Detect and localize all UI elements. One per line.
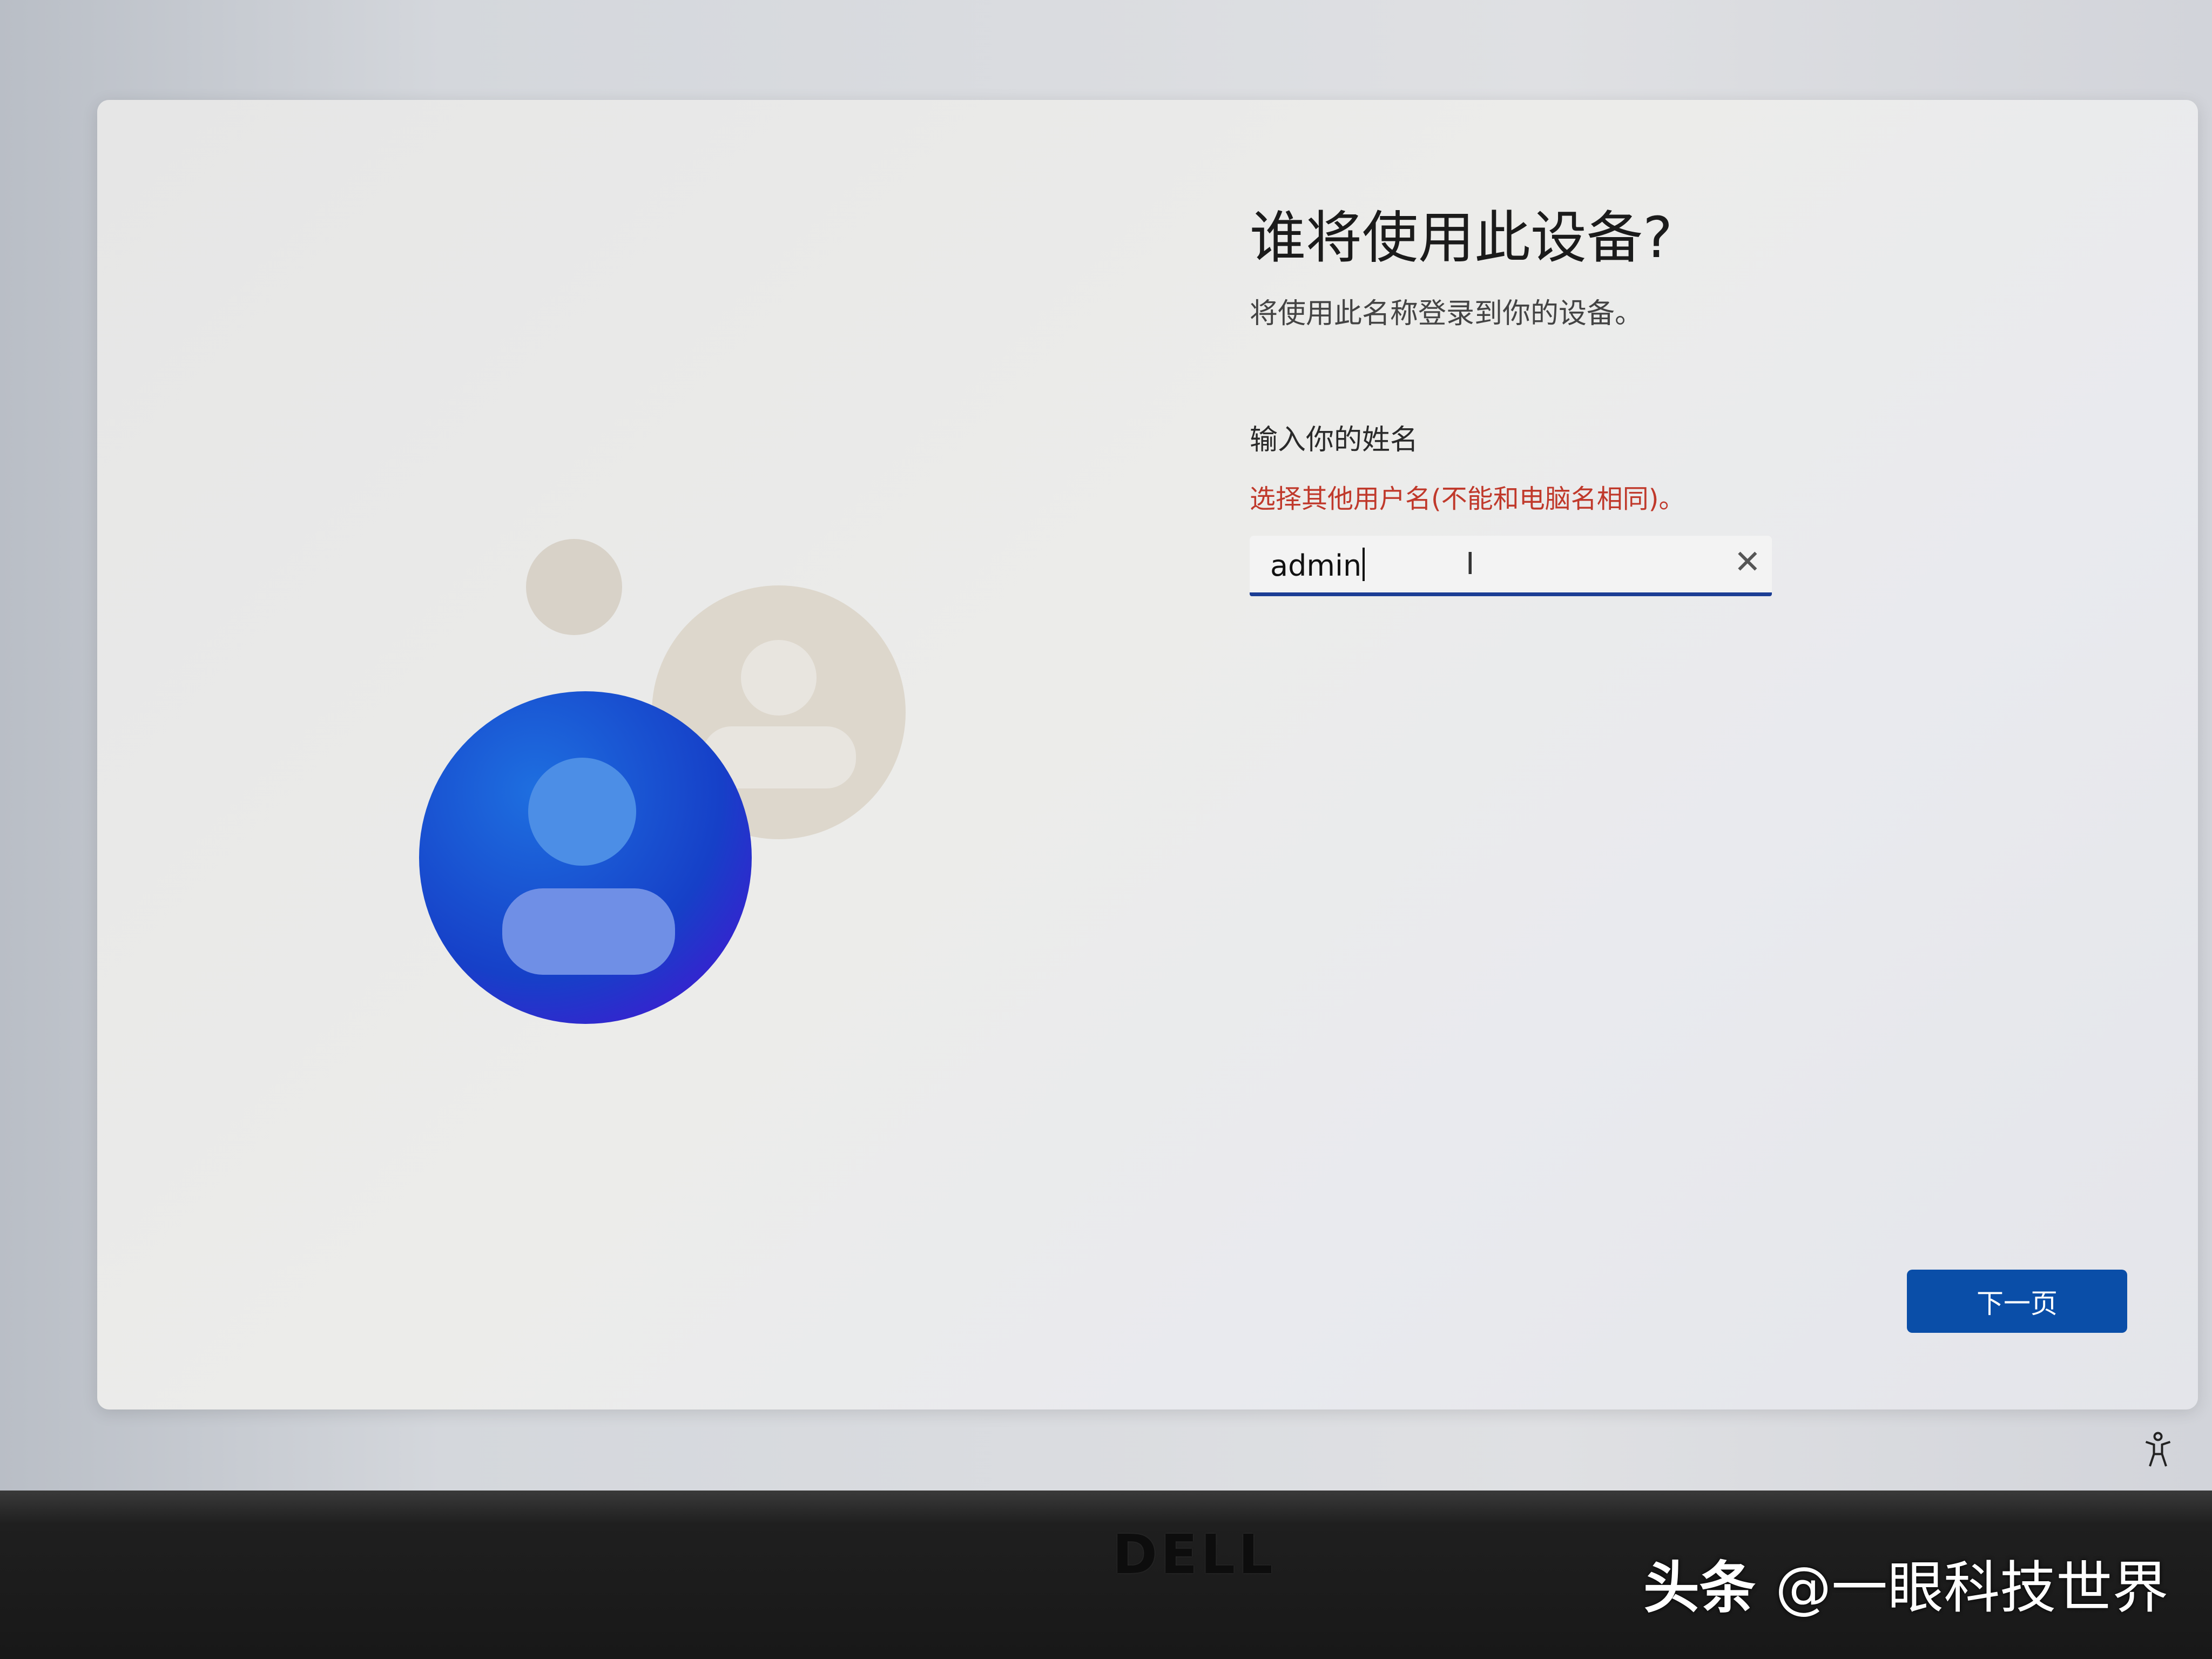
accessibility-icon[interactable] bbox=[2142, 1431, 2174, 1469]
name-input-value: admin bbox=[1270, 549, 1361, 583]
avatar-illustration bbox=[0, 0, 2212, 1659]
watermark: 头条 @一眼科技世界 bbox=[1643, 1542, 2168, 1623]
error-message: 选择其他用户名(不能和电脑名相同)。 bbox=[1250, 477, 1684, 515]
small-decor-circle bbox=[526, 539, 622, 635]
text-caret bbox=[1363, 548, 1365, 581]
name-field-label: 输入你的姓名 bbox=[1250, 417, 1418, 457]
next-button[interactable]: 下一页 bbox=[1907, 1270, 2127, 1333]
watermark-handle: @一眼科技世界 bbox=[1775, 1555, 2168, 1621]
ibeam-cursor-icon: I bbox=[1466, 547, 1475, 582]
user-avatar-icon bbox=[419, 691, 752, 1024]
dell-logo: DELL bbox=[1112, 1523, 1276, 1586]
page-subtitle: 将使用此名称登录到你的设备。 bbox=[1250, 291, 1643, 331]
watermark-source: 头条 bbox=[1643, 1555, 1756, 1621]
name-input[interactable]: admin I ✕ bbox=[1250, 536, 1772, 596]
page-title: 谁将使用此设备? bbox=[1250, 192, 1673, 273]
clear-input-icon[interactable]: ✕ bbox=[1734, 543, 1761, 581]
